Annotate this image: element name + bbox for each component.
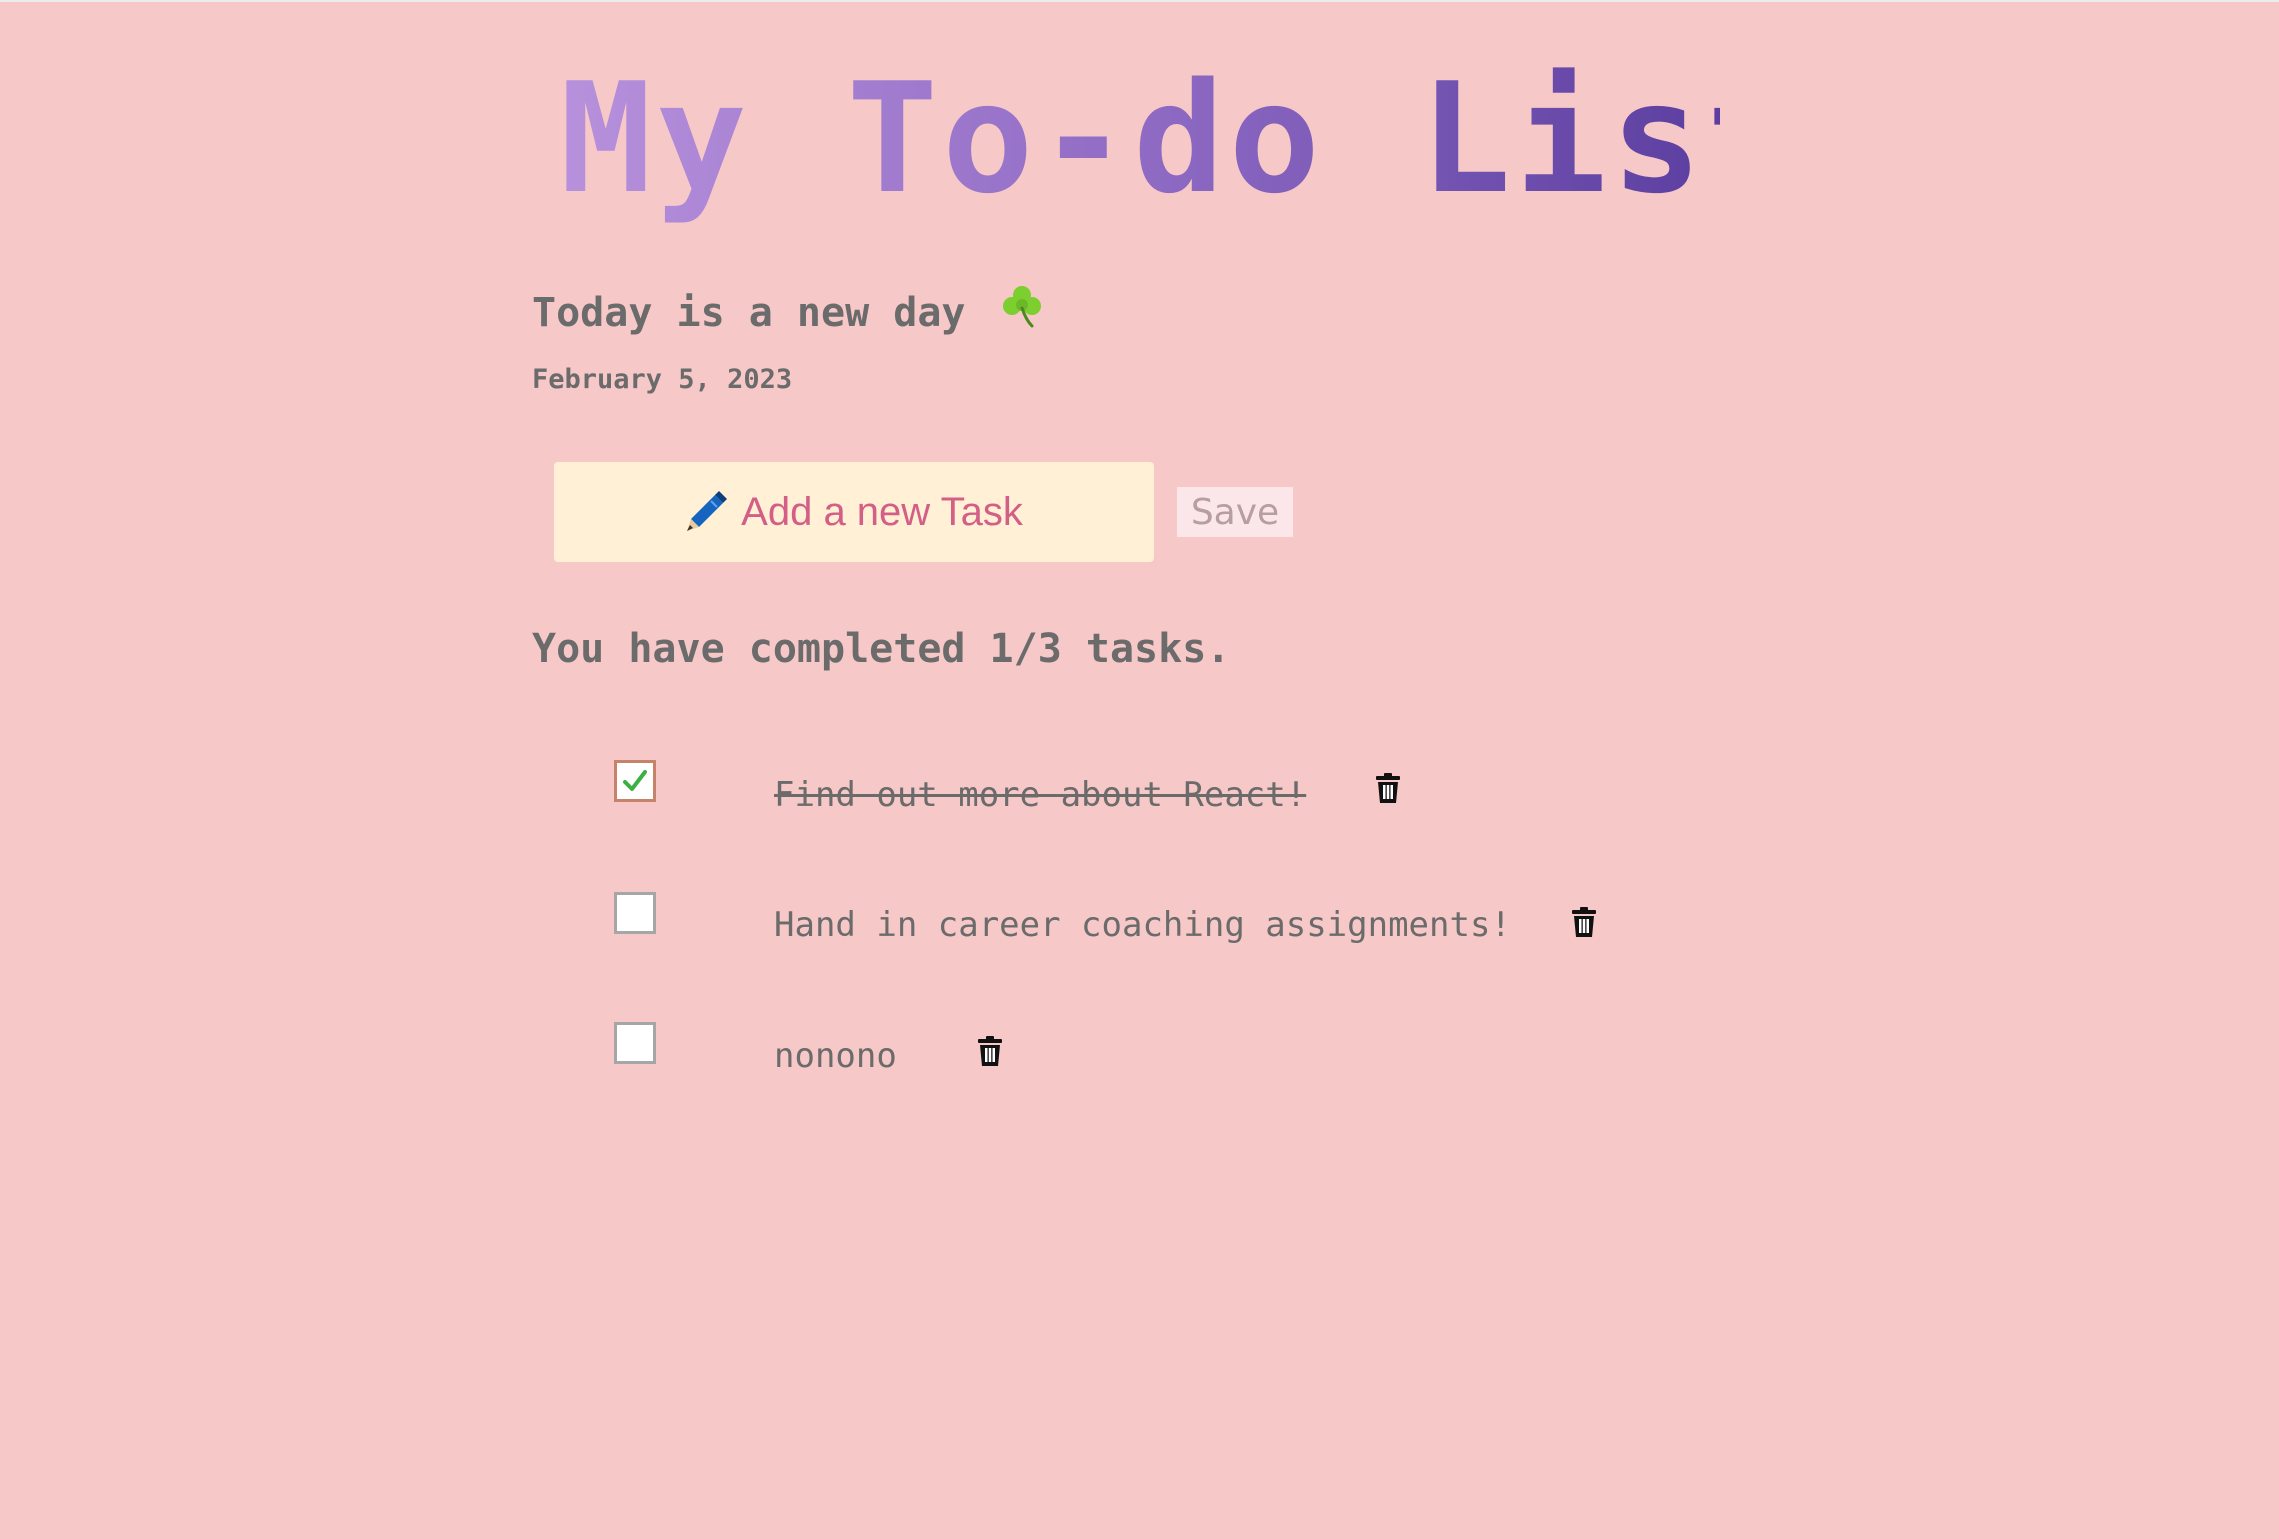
trash-icon[interactable] [1374, 772, 1402, 804]
task-checkbox[interactable] [614, 1022, 656, 1064]
task-text: nonono [774, 1036, 897, 1076]
save-button[interactable]: Save [1177, 487, 1293, 537]
page-title: My To-do List [560, 50, 1802, 227]
pen-icon [685, 491, 728, 533]
trash-icon[interactable] [1570, 906, 1598, 938]
task-text: Find out more about React! [774, 775, 1307, 815]
greeting-text: Today is a new day [532, 290, 966, 336]
trash-icon[interactable] [976, 1035, 1004, 1067]
task-item: nonono [0, 1022, 2279, 1092]
task-item: Find out more about React! [0, 760, 2279, 830]
task-item: Hand in career coaching assignments! [0, 892, 2279, 962]
checkmark-icon [623, 770, 647, 791]
new-task-input[interactable]: Add a new Task [554, 462, 1154, 562]
task-checkbox[interactable] [614, 892, 656, 934]
shamrock-icon [998, 282, 1046, 340]
greeting: Today is a new day [532, 282, 1046, 340]
top-border [0, 0, 2279, 2]
new-task-placeholder: Add a new Task [741, 489, 1023, 534]
completion-summary: You have completed 1/3 tasks. [532, 626, 1231, 672]
current-date: February 5, 2023 [532, 364, 793, 395]
task-checkbox[interactable] [614, 760, 656, 802]
task-text: Hand in career coaching assignments! [774, 905, 1511, 945]
